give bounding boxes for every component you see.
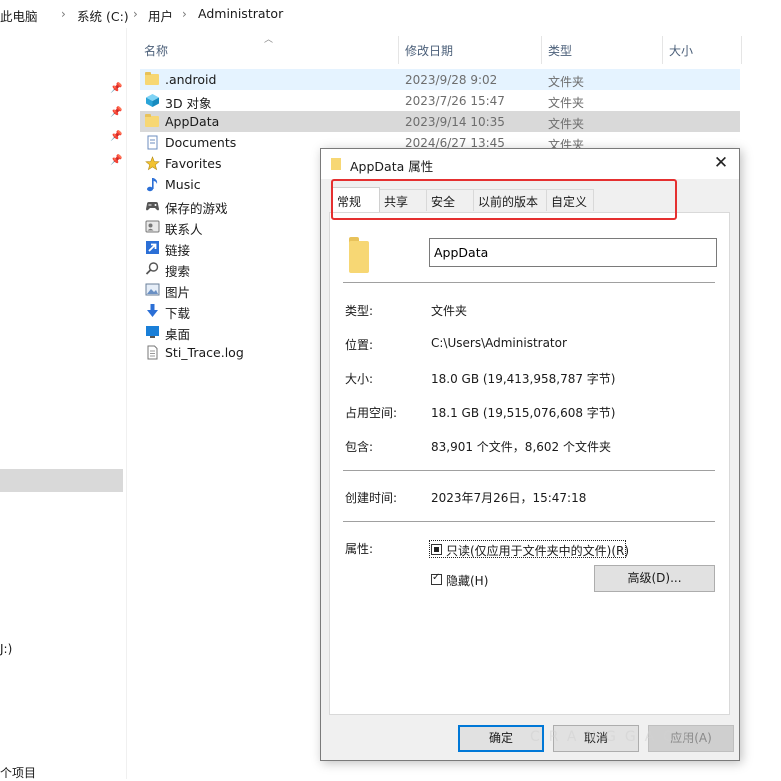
nav-item-selected[interactable] <box>0 469 123 492</box>
breadcrumb-administrator[interactable]: Administrator <box>198 6 283 21</box>
file-date: 2023/7/26 15:47 <box>405 94 505 108</box>
chevron-right-icon[interactable]: › <box>61 7 66 21</box>
file-name: Music <box>165 177 201 192</box>
hidden-checkbox-label[interactable]: 隐藏(H) <box>446 572 488 589</box>
location-value: C:\Users\Administrator <box>431 336 567 350</box>
file-name: .android <box>165 72 217 87</box>
column-divider[interactable] <box>541 36 542 64</box>
size-value: 18.0 GB (19,413,958,787 字节) <box>431 372 616 386</box>
documents-icon <box>147 135 158 150</box>
music-icon <box>147 178 158 192</box>
size-label: 大小: <box>345 372 374 386</box>
divider <box>343 470 715 471</box>
contains-label: 包含: <box>345 440 374 454</box>
pin-icon: 📌 <box>110 155 123 166</box>
desktop-icon <box>146 326 159 338</box>
advanced-button[interactable]: 高级(D)... <box>594 565 715 592</box>
chevron-right-icon[interactable]: › <box>133 7 138 21</box>
close-button[interactable]: ✕ <box>709 152 733 174</box>
file-type: 文件夹 <box>548 117 585 131</box>
disk-size-value: 18.1 GB (19,515,076,608 字节) <box>431 406 616 420</box>
breadcrumb: 此电脑 › 系统 (C:) › 用户 › Administrator <box>0 0 781 28</box>
readonly-checkbox[interactable] <box>431 544 442 555</box>
link-icon <box>146 241 159 254</box>
breadcrumb-system-c[interactable]: 系统 (C:) <box>77 6 129 25</box>
file-date: 2023/9/28 9:02 <box>405 73 498 87</box>
pin-icon: 📌 <box>110 107 123 118</box>
file-name: 桌面 <box>165 327 191 342</box>
status-bar-item-count: 个项目 <box>0 766 37 780</box>
column-header-type[interactable]: 类型 <box>548 42 572 59</box>
file-type: 文件夹 <box>548 96 585 110</box>
tabs-highlight-box <box>331 179 677 220</box>
contacts-icon <box>145 220 160 233</box>
pin-icon: 📌 <box>110 131 123 142</box>
dialog-title: AppData 属性 <box>350 159 434 174</box>
folder-icon <box>145 72 159 85</box>
divider <box>343 282 715 283</box>
disk-size-label: 占用空间: <box>345 406 398 420</box>
folder-icon <box>145 114 159 127</box>
column-divider[interactable] <box>398 36 399 64</box>
file-row-selected[interactable]: AppData 2023/9/14 10:35 文件夹 <box>140 111 740 132</box>
divider <box>343 521 715 522</box>
file-date: 2023/9/14 10:35 <box>405 115 505 129</box>
type-label: 类型: <box>345 304 374 318</box>
file-name: AppData <box>165 114 220 129</box>
3d-objects-icon <box>146 94 159 107</box>
file-name: 3D 对象 <box>165 96 212 111</box>
properties-dialog: AppData 属性 ✕ 常规 共享 安全 以前的版本 自定义 类型: 文件夹 … <box>320 148 740 761</box>
column-header-date[interactable]: 修改日期 <box>405 42 453 59</box>
file-row[interactable]: 3D 对象 2023/7/26 15:47 文件夹 <box>140 90 740 111</box>
file-name: 保存的游戏 <box>165 201 228 216</box>
file-type: 文件夹 <box>548 75 585 89</box>
dialog-titlebar[interactable]: AppData 属性 ✕ <box>321 149 739 179</box>
pin-icon: 📌 <box>110 83 123 94</box>
folder-name-input[interactable] <box>429 238 717 267</box>
created-value: 2023年7月26日，15:47:18 <box>431 491 587 505</box>
star-icon <box>145 156 160 171</box>
attributes-label: 属性: <box>345 542 374 556</box>
file-name: 下载 <box>165 306 191 321</box>
file-name: 联系人 <box>165 222 203 237</box>
folder-icon <box>331 158 341 170</box>
sort-up-icon: ︿ <box>264 35 274 45</box>
folder-icon <box>349 237 369 273</box>
file-icon <box>147 345 158 360</box>
navigation-pane[interactable]: 📌 📌 📌 📌 <box>0 28 127 779</box>
readonly-checkbox-label[interactable]: 只读(仅应用于文件夹中的文件)(R) <box>446 542 629 559</box>
nav-item-drive-j[interactable]: J:) <box>0 642 12 656</box>
hidden-checkbox[interactable] <box>431 572 442 585</box>
created-label: 创建时间: <box>345 491 398 505</box>
column-divider[interactable] <box>662 36 663 64</box>
column-header-size[interactable]: 大小 <box>669 42 693 59</box>
file-row[interactable]: .android 2023/9/28 9:02 文件夹 <box>140 69 740 90</box>
file-name: Documents <box>165 135 237 150</box>
watermark: CRANGGACK <box>530 729 700 745</box>
breadcrumb-this-pc[interactable]: 此电脑 <box>0 6 38 25</box>
saved-games-icon <box>146 202 159 211</box>
chevron-right-icon[interactable]: › <box>182 7 187 21</box>
general-tab-panel <box>329 212 730 715</box>
file-name: 链接 <box>165 243 191 258</box>
search-icon <box>145 262 159 275</box>
contains-value: 83,901 个文件，8,602 个文件夹 <box>431 440 611 454</box>
column-header-name[interactable]: 名称 <box>144 42 168 59</box>
pictures-icon <box>145 283 160 296</box>
breadcrumb-users[interactable]: 用户 <box>148 6 173 25</box>
file-name: 搜索 <box>165 264 191 279</box>
column-divider[interactable] <box>741 36 742 64</box>
file-name: Sti_Trace.log <box>165 345 244 360</box>
file-name: Favorites <box>165 156 222 171</box>
file-name: 图片 <box>165 285 191 300</box>
location-label: 位置: <box>345 338 374 352</box>
type-value: 文件夹 <box>431 304 468 318</box>
download-icon <box>147 304 158 317</box>
